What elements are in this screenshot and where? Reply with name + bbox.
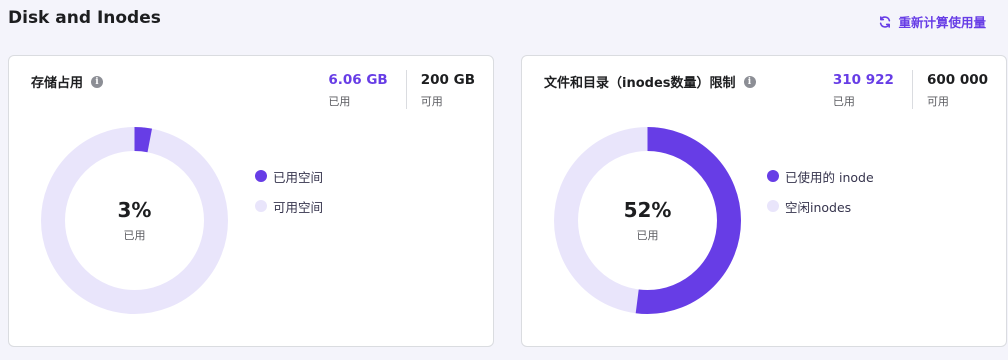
- storage-stats: 6.06 GB 已用 200 GB 可用: [314, 70, 493, 109]
- storage-usage-card: 存储占用 i 6.06 GB 已用 200 GB 可用 3% 已用 已用空间 可…: [8, 55, 494, 347]
- storage-title-text: 存储占用: [31, 76, 84, 91]
- legend-item-used-space: 已用空间: [255, 166, 323, 186]
- info-icon[interactable]: i: [91, 75, 104, 88]
- storage-used-stat: 6.06 GB 已用: [314, 70, 405, 109]
- storage-legend: 已用空间 可用空间: [255, 166, 323, 226]
- storage-donut-chart: 3% 已用: [41, 127, 228, 314]
- storage-percent-label: 已用: [123, 229, 146, 242]
- legend-item-available-space: 可用空间: [255, 196, 323, 216]
- storage-donut-center: 3% 已用: [41, 127, 228, 314]
- inodes-card-title: 文件和目录（inodes数量）限制 i: [544, 72, 756, 91]
- legend-dot-used: [255, 170, 267, 182]
- recalculate-usage-label: 重新计算使用量: [898, 15, 986, 30]
- inodes-percent: 52%: [623, 198, 672, 222]
- inodes-used-value: 310 922: [832, 72, 894, 88]
- storage-used-label: 已用: [328, 95, 351, 108]
- inodes-donut-center: 52% 已用: [554, 127, 741, 314]
- refresh-icon: [880, 15, 891, 28]
- info-icon[interactable]: i: [743, 75, 756, 88]
- legend-dot-used: [767, 170, 779, 182]
- legend-label-available-space: 可用空间: [273, 199, 324, 215]
- legend-item-used-inodes: 已使用的 inode: [767, 166, 874, 186]
- legend-label-free-inodes: 空闲inodes: [785, 199, 852, 215]
- storage-available-value: 200 GB: [420, 72, 475, 88]
- inodes-stats: 310 922 已用 600 000 可用: [819, 70, 1006, 109]
- inodes-available-stat: 600 000 可用: [911, 70, 1006, 109]
- storage-card-title: 存储占用 i: [31, 72, 104, 91]
- inodes-used-stat: 310 922 已用: [819, 70, 912, 109]
- page-title: Disk and Inodes: [8, 8, 161, 28]
- storage-available-stat: 200 GB 可用: [405, 70, 493, 109]
- page-header: Disk and Inodes 重新计算使用量: [0, 0, 1008, 44]
- legend-dot-free: [767, 200, 779, 212]
- recalculate-usage-button[interactable]: 重新计算使用量: [878, 12, 986, 31]
- legend-item-free-inodes: 空闲inodes: [767, 196, 874, 216]
- inodes-legend: 已使用的 inode 空闲inodes: [767, 166, 874, 226]
- inodes-used-label: 已用: [832, 95, 855, 108]
- inodes-available-label: 可用: [926, 95, 949, 108]
- legend-label-used-inodes: 已使用的 inode: [785, 169, 874, 185]
- storage-available-label: 可用: [420, 95, 443, 108]
- storage-percent: 3%: [117, 198, 152, 222]
- storage-used-value: 6.06 GB: [328, 72, 388, 88]
- legend-dot-available: [255, 200, 267, 212]
- inodes-usage-card: 文件和目录（inodes数量）限制 i 310 922 已用 600 000 可…: [521, 55, 1007, 347]
- legend-label-used-space: 已用空间: [273, 169, 324, 185]
- inodes-title-text: 文件和目录（inodes数量）限制: [544, 76, 736, 91]
- inodes-percent-label: 已用: [636, 229, 659, 242]
- inodes-available-value: 600 000: [926, 72, 988, 88]
- inodes-donut-chart: 52% 已用: [554, 127, 741, 314]
